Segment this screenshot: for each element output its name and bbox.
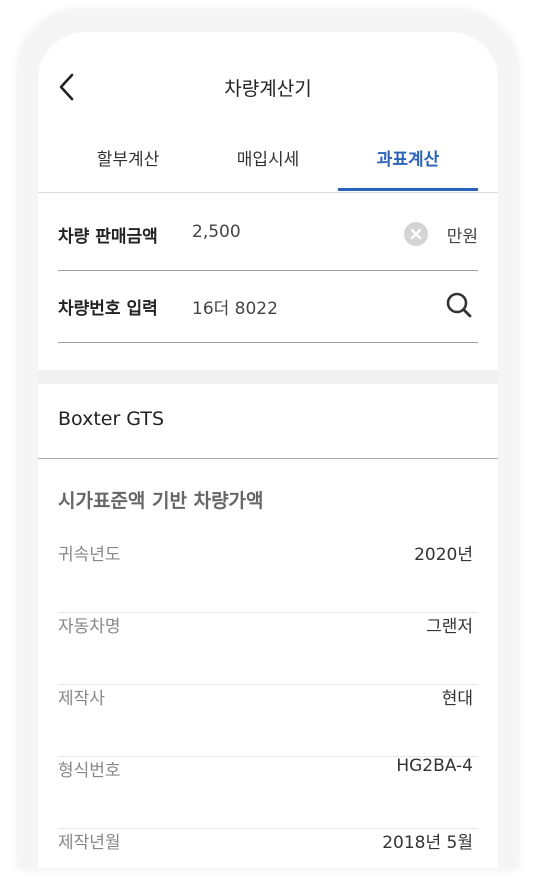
section-title: 시가표준액 기반 차량가액 (58, 490, 264, 512)
info-label: 제작년월 (58, 833, 121, 853)
price-input[interactable]: 2,500 (192, 222, 241, 242)
info-row-production-date: 제작년월 2018년 5월 (58, 828, 478, 868)
car-model-name: Boxter GTS (58, 408, 165, 430)
price-unit: 만원 (446, 227, 478, 247)
plate-label: 차량번호 입력 (58, 299, 158, 319)
info-label: 형식번호 (58, 761, 121, 781)
price-label: 차량 판매금액 (58, 227, 158, 247)
tab-purchase-price[interactable]: 매입시세 (198, 140, 338, 192)
clear-icon[interactable] (404, 222, 428, 246)
info-row-maker: 제작사 현대 (58, 684, 478, 757)
info-row-model-number: 형식번호 HG2BA-4 (58, 756, 478, 829)
plate-field-row: 차량번호 입력 16더 8022 (58, 270, 478, 343)
device-frame: 차량계산기 할부계산 매입시세 과표계산 차량 판매금액 2,500 만원 차량… (18, 10, 518, 868)
divider (38, 458, 498, 459)
info-label: 제작사 (58, 689, 105, 709)
active-tab-indicator (338, 188, 478, 191)
info-value: HG2BA-4 (396, 756, 473, 776)
info-row-car-name: 자동차명 그랜저 (58, 612, 478, 685)
info-label: 귀속년도 (58, 545, 121, 565)
tab-bar: 할부계산 매입시세 과표계산 (38, 140, 498, 193)
price-field-row: 차량 판매금액 2,500 만원 (58, 198, 478, 271)
info-value: 2020년 (414, 545, 473, 565)
section-divider (38, 370, 498, 384)
app-header: 차량계산기 (38, 32, 498, 112)
info-label: 자동차명 (58, 617, 121, 637)
tab-installment[interactable]: 할부계산 (58, 140, 198, 192)
info-row-year: 귀속년도 2020년 (58, 540, 478, 613)
info-value: 2018년 5월 (382, 833, 473, 853)
search-icon[interactable] (444, 290, 474, 320)
app-screen: 차량계산기 할부계산 매입시세 과표계산 차량 판매금액 2,500 만원 차량… (38, 32, 498, 868)
tab-tax-base[interactable]: 과표계산 (338, 140, 478, 192)
page-title: 차량계산기 (224, 78, 312, 100)
info-value: 그랜저 (426, 617, 473, 637)
plate-input[interactable]: 16더 8022 (192, 294, 278, 319)
info-value: 현대 (441, 689, 473, 709)
